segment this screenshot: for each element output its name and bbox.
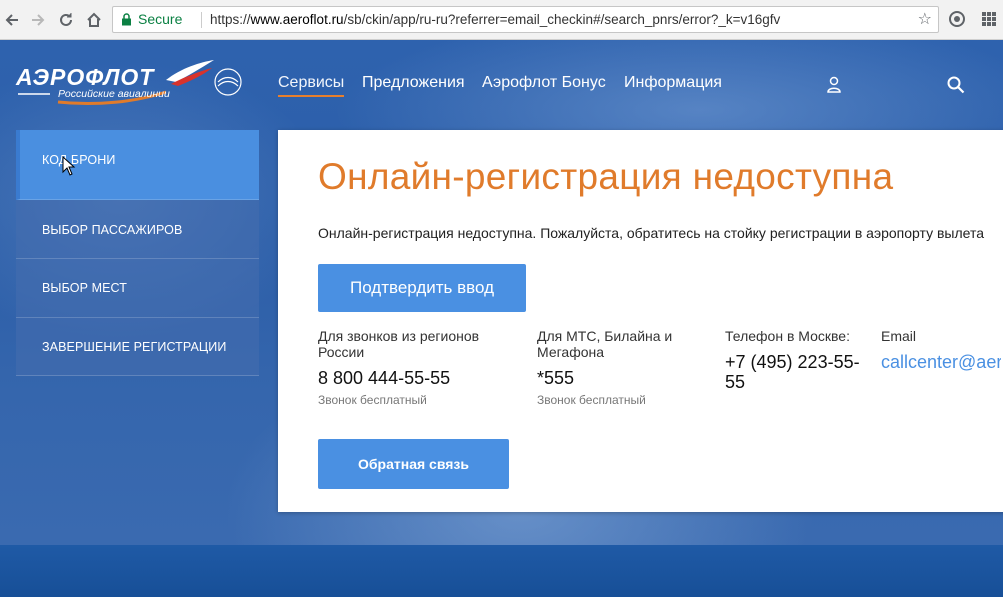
browser-toolbar: Secure https://www.aeroflot.ru/sb/ckin/a… [0,0,1003,40]
email-link[interactable]: callcenter@aer [881,352,1001,373]
step-finish-checkin[interactable]: Завершение регистрации [16,318,259,376]
contact-moscow: Телефон в Москве: +7 (495) 223-55-55 [725,328,870,392]
arrow-right-icon [32,14,45,26]
url-host: www.aeroflot.ru [250,12,344,27]
nav-item-services[interactable]: Сервисы [278,74,344,92]
confirm-input-button[interactable]: Подтвердить ввод [318,264,526,312]
url-path: /sb/ckin/app/ru-ru?referrer=email_checki… [343,12,781,27]
search-icon[interactable] [947,76,965,94]
contact-phone[interactable]: *555 [537,368,697,388]
step-select-seats[interactable]: Выбор мест [16,259,259,318]
bookmark-star-icon[interactable]: ☆ [918,7,932,32]
contact-label: Телефон в Москве: [725,328,850,344]
reload-icon [60,13,72,26]
back-button[interactable] [0,8,24,32]
lock-icon [122,13,131,26]
url-scheme: https:// [210,12,251,27]
nav-item-bonus[interactable]: Аэрофлот Бонус [482,74,606,92]
contact-label: Email [881,328,917,344]
error-message: Онлайн-регистрация недоступна. Пожалуйст… [318,225,985,241]
home-button[interactable] [82,8,106,32]
address-bar[interactable]: Secure https://www.aeroflot.ru/sb/ckin/a… [112,6,939,33]
page-title: Онлайн-регистрация недоступна [318,156,894,197]
mouse-cursor-icon [62,156,76,176]
contact-email: Email callcenter@aer [881,328,1001,373]
error-card: Онлайн-регистрация недоступна Онлайн-рег… [278,130,1003,512]
contact-note: Звонок бесплатный [318,393,427,407]
apps-grid-icon[interactable] [980,10,998,28]
arrow-left-icon [5,14,18,26]
logo-tagline: Российские авиалинии [58,88,170,100]
forward-button[interactable] [26,8,50,32]
omnibox-divider [201,12,202,28]
page-background: АЭРОФЛОТ Российские авиалинии Сервисы Пр… [0,40,1003,545]
contact-label: Для МТС, Билайна и Мегафона [537,328,673,360]
secure-label: Secure [138,11,183,27]
home-icon [87,12,101,27]
nav-item-offers[interactable]: Предложения [362,74,465,92]
contact-label: Для звонков из регионов России [318,328,480,360]
nav-item-info[interactable]: Информация [624,74,722,92]
feedback-button[interactable]: Обратная связь [318,439,509,489]
skyteam-icon [214,68,242,96]
contact-phone[interactable]: +7 (495) 223-55-55 [725,352,870,392]
step-booking-code[interactable]: Код брони [16,130,259,200]
user-icon[interactable] [826,76,842,94]
url-text: https://www.aeroflot.ru/sb/ckin/app/ru-r… [210,7,780,32]
contact-note: Звонок бесплатный [537,393,646,407]
contact-phone[interactable]: 8 800 444-55-55 [318,368,518,388]
reload-button[interactable] [54,8,78,32]
footer-band [0,545,1003,597]
extension-icon[interactable] [948,10,966,28]
aeroflot-logo[interactable]: АЭРОФЛОТ Российские авиалинии [16,58,246,118]
contact-mobile-operators: Для МТС, Билайна и Мегафона *555 Звонок … [537,328,697,407]
step-select-passengers[interactable]: Выбор пассажиров [16,200,259,259]
contact-regions: Для звонков из регионов России 8 800 444… [318,328,518,407]
logo-name: АЭРОФЛОТ [16,64,155,90]
nav-active-underline [278,95,344,97]
